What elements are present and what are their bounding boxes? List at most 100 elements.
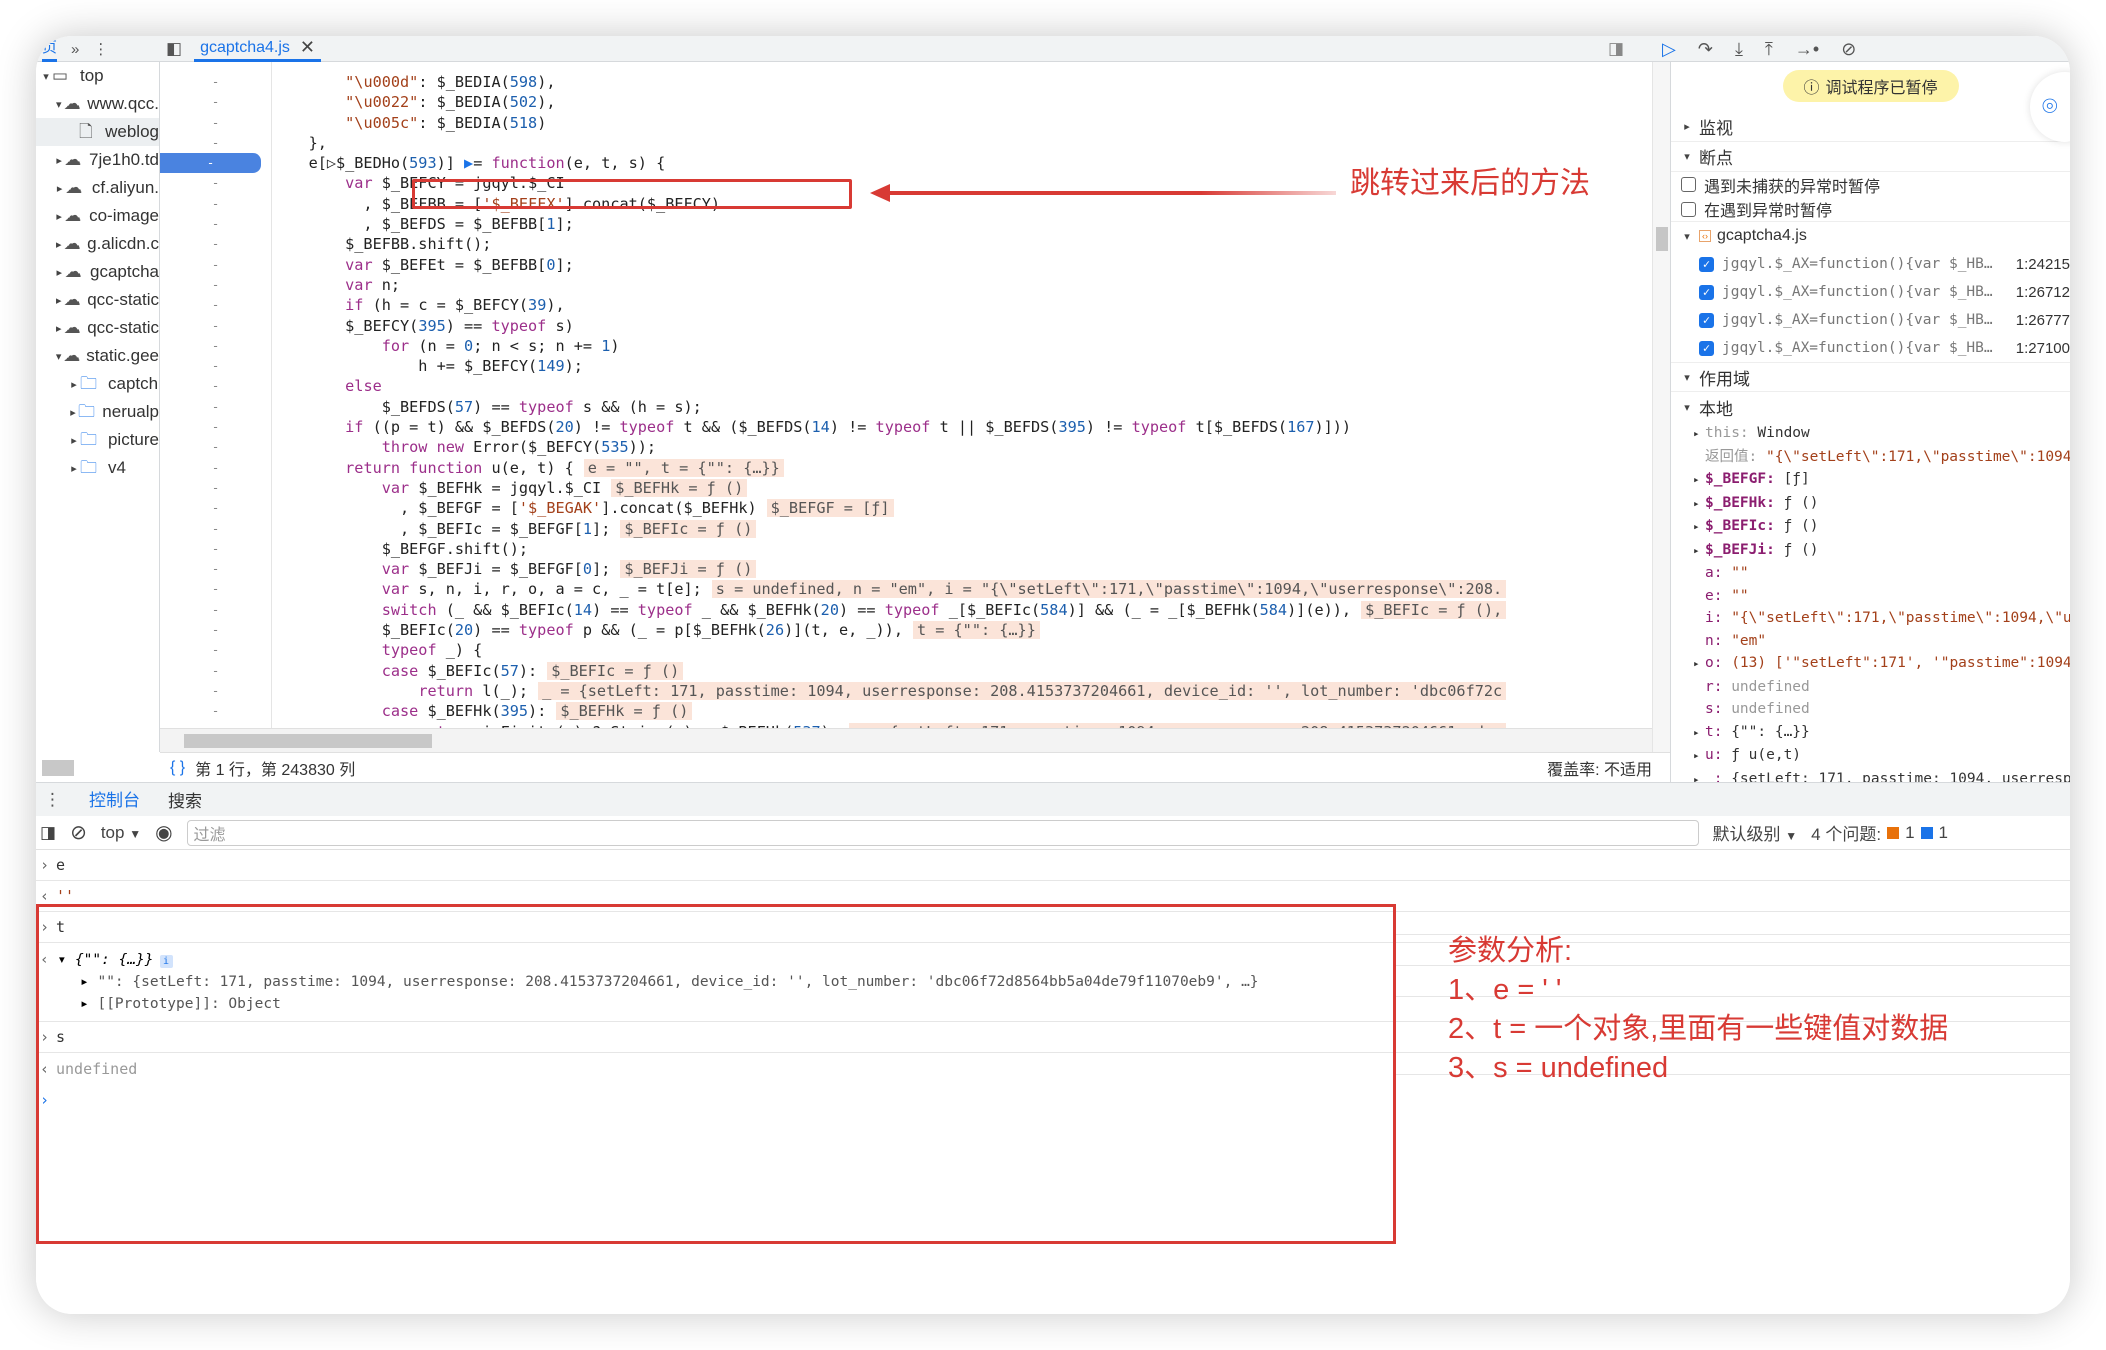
code-line[interactable]: "\u0022": $_BEDIA(502), [272,92,1652,112]
tree-item[interactable]: 🗋 weblog [36,118,159,146]
sidebar-toggle-icon[interactable]: ◨ [40,823,56,843]
line-number[interactable]: - [160,255,271,275]
scope-variable[interactable]: ▸ u: ƒ u(e,t) [1671,744,2070,768]
line-number[interactable]: - [160,620,271,640]
line-number[interactable]: - [160,478,271,498]
line-number[interactable]: - [160,194,271,214]
checkbox[interactable]: ✓ [1699,340,1714,356]
tree-item[interactable]: ▸ 🗀 picture [36,426,159,454]
code-line[interactable]: , $_BEFIc = $_BEFGF[1]; $_BEFIc = ƒ () [272,519,1652,539]
breakpoint-item[interactable]: ✓ jgqyl.$_AX=function(){var $_HB… 1:26777 [1671,306,2070,334]
line-number[interactable]: - [160,498,271,518]
tree-item[interactable]: ▾ ▭ top [36,62,159,90]
more-tabs-icon[interactable]: » [71,41,79,58]
code-line[interactable]: if (h = c = $_BEFCY(39), [272,295,1652,315]
tree-item[interactable]: ▾ ☁ www.qcc. [36,90,159,118]
code-line[interactable]: }, [272,133,1652,153]
line-number[interactable]: - [160,113,271,133]
step-out-icon[interactable]: ⤒ [1765,39,1773,60]
code-line[interactable]: "\u000d": $_BEDIA(598), [272,72,1652,92]
scope-variable[interactable]: ▸ _: {setLeft: 171, passtime: 1094, userr… [1671,768,2070,783]
tree-item[interactable]: ▸ 🗀 nerualp [36,398,159,426]
vertical-scrollbar[interactable] [1652,62,1670,752]
deactivate-breakpoints-icon[interactable]: ⊘ [1841,39,1856,60]
line-number[interactable]: - [160,133,271,153]
line-number[interactable]: - [160,437,271,457]
expand-icon[interactable]: ▸ [1693,745,1705,768]
breakpoint-item[interactable]: ✓ jgqyl.$_AX=function(){var $_HB… 1:24215 [1671,250,2070,278]
line-number[interactable]: - [160,559,271,579]
expand-icon[interactable]: ▸ [54,182,65,195]
line-number[interactable]: - [160,295,271,315]
expand-icon[interactable]: ▸ [54,322,64,335]
code-line[interactable]: else [272,376,1652,396]
expand-icon[interactable]: ▸ [68,462,80,475]
tree-item[interactable]: ▸ ☁ cf.aliyun. [36,174,159,202]
line-number[interactable]: - [160,458,271,478]
expand-icon[interactable]: ▸ [1693,493,1705,516]
code-line[interactable]: case $_BEFIc(57): $_BEFIc = ƒ () [272,661,1652,681]
code-line[interactable]: $_BEFIc(20) == typeof p && (_ = p[$_BEFH… [272,620,1652,640]
line-number[interactable]: - [160,519,271,539]
expand-icon[interactable]: ▸ [1693,516,1705,539]
expand-icon[interactable]: ▸ [1693,469,1705,492]
line-number[interactable]: - [160,275,271,295]
live-expression-icon[interactable]: ◉ [155,820,172,845]
collapse-icon[interactable]: ▾ [40,70,52,83]
code-line[interactable]: return function u(e, t) {e = "", t = {""… [272,458,1652,478]
code-line[interactable]: typeof _) { [272,640,1652,660]
code-line[interactable]: , $_BEFDS = $_BEFBB[1]; [272,214,1652,234]
line-number[interactable]: - [160,92,271,112]
code-line[interactable]: $_BEFDS(57) == typeof s && (h = s); [272,397,1652,417]
expand-icon[interactable]: ▸ [1693,540,1705,563]
expand-icon[interactable]: ▸ [54,154,64,167]
code-line[interactable]: h += $_BEFCY(149); [272,356,1652,376]
scope-variable[interactable]: ▸ this: Window [1671,422,2070,446]
tab-console[interactable]: 控制台 [85,780,144,820]
toggle-navigator-icon[interactable]: ◧ [166,39,182,59]
expand-icon[interactable]: ▸ [54,238,64,251]
resume-icon[interactable]: ▷ [1662,39,1676,60]
code-line[interactable]: $_BEFBB.shift(); [272,234,1652,254]
clear-console-icon[interactable]: ⊘ [70,820,87,845]
horizontal-scrollbar[interactable] [160,728,1652,752]
breakpoint-file[interactable]: ▾ ‹› gcaptcha4.js [1671,222,2070,250]
checkbox[interactable] [1681,201,1696,217]
code-line[interactable]: if ((p = t) && $_BEFDS(20) != typeof t &… [272,417,1652,437]
checkbox[interactable] [1681,177,1696,192]
pause-caught-checkbox[interactable]: 在遇到异常时暂停 [1671,197,2070,222]
expand-icon[interactable]: ▸ [1693,423,1705,446]
expand-icon[interactable]: ▸ [68,378,80,391]
code-line[interactable]: $_BEFCY(395) == typeof s) [272,316,1652,336]
tree-item[interactable]: ▸ ☁ qcc-static [36,314,159,342]
line-number[interactable]: - [160,72,271,92]
line-number[interactable]: - [160,539,271,559]
breakpoint-item[interactable]: ✓ jgqyl.$_AX=function(){var $_HB… 1:26712 [1671,278,2070,306]
checkbox[interactable]: ✓ [1699,312,1714,328]
context-select[interactable]: top ▼ [101,823,141,843]
drawer-menu-icon[interactable]: ⋮ [44,790,61,810]
breakpoint-marker[interactable]: - [160,153,261,174]
kebab-menu-icon[interactable]: ⋮ [93,40,108,58]
code-line[interactable]: var n; [272,275,1652,295]
line-number[interactable]: - [160,661,271,681]
scroll-thumb[interactable] [184,734,432,748]
expand-icon[interactable]: ▸ [1693,653,1705,676]
code-line[interactable]: var s, n, i, r, o, a = c, _ = t[e]; s = u… [272,579,1652,599]
step-over-icon[interactable]: ↷ [1698,39,1713,60]
scope-variable[interactable]: ▸ $_BEFGF: [ƒ] [1671,468,2070,492]
checkbox[interactable]: ✓ [1699,256,1714,272]
line-number[interactable]: - [160,356,271,376]
scope-variable[interactable]: ▸ $_BEFIc: ƒ () [1671,515,2070,539]
tree-item[interactable]: ▸ 🗀 v4 [36,454,159,482]
line-number[interactable]: - [160,234,271,254]
pause-uncaught-checkbox[interactable]: 遇到未捕获的异常时暂停 [1671,172,2070,197]
expand-icon[interactable]: ▸ [1693,769,1705,783]
expand-icon[interactable]: ▸ [68,406,78,419]
step-icon[interactable]: →• [1795,39,1819,60]
toggle-debugger-icon[interactable]: ◨ [1608,39,1624,59]
code-line[interactable]: var $_BEFHk = jgqyl.$_CI $_BEFHk = ƒ () [272,478,1652,498]
tab-search[interactable]: 搜索 [168,787,202,812]
expand-icon[interactable]: ▸ [68,434,80,447]
expand-icon[interactable]: ▸ [54,210,64,223]
